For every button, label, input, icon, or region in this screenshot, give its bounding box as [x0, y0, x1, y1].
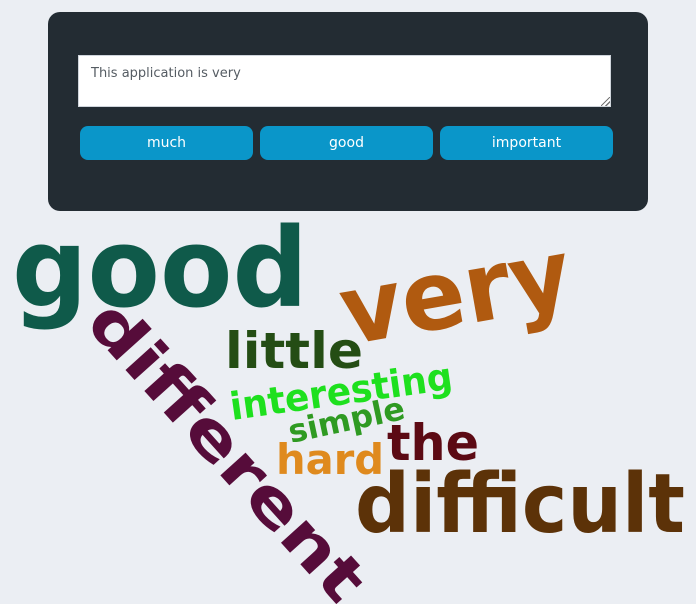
word-difficult: difficult	[355, 457, 685, 552]
word-cloud: good very different little interesting s…	[12, 204, 685, 604]
word-very: very	[332, 217, 580, 368]
word-good: good	[12, 204, 308, 332]
app-root: This application is very much good impor…	[0, 0, 696, 604]
